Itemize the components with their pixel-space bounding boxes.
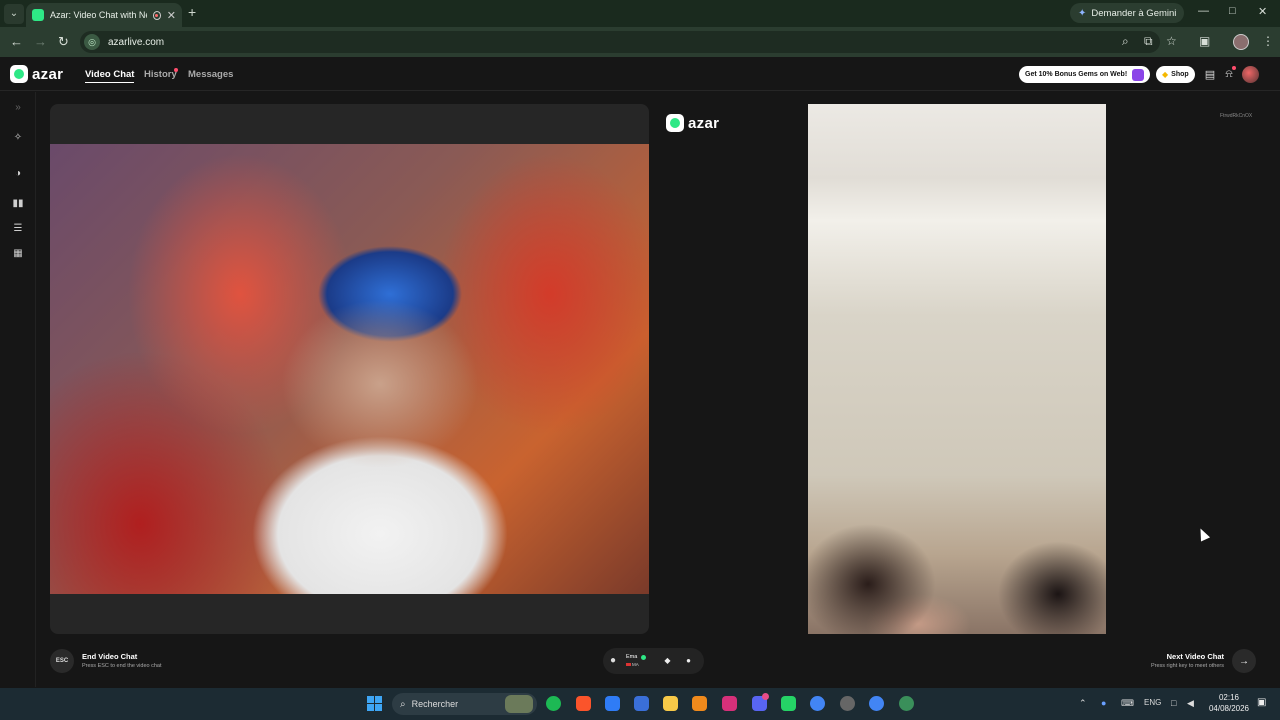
nav-video-chat[interactable]: Video Chat xyxy=(85,69,135,83)
volume-icon[interactable]: ◀ xyxy=(1187,698,1194,709)
filter-icon[interactable]: ◑ xyxy=(11,166,25,180)
gems-promo-button[interactable]: Get 10% Bonus Gems on Web! xyxy=(1019,66,1151,83)
partner-name[interactable]: Ema xyxy=(626,654,637,660)
next-chat-hint: Press right key to meet others xyxy=(1150,663,1224,669)
shop-button[interactable]: ◆ Shop xyxy=(1156,66,1195,83)
url-text: azarlive.com xyxy=(108,36,165,48)
search-placeholder: Rechercher xyxy=(411,699,459,709)
azar-logo-icon xyxy=(10,65,28,83)
azar-logo[interactable]: azar xyxy=(10,65,63,83)
shop-label: Shop xyxy=(1171,71,1189,78)
logo-text: azar xyxy=(32,65,64,83)
search-highlight-image xyxy=(505,695,533,713)
forward-icon[interactable]: → xyxy=(34,34,47,49)
gemini-icon: ✦ xyxy=(1078,7,1087,19)
notification-badge xyxy=(1232,66,1236,70)
history-badge xyxy=(174,68,178,72)
remote-brand-text: azar xyxy=(688,114,720,132)
browser-tab[interactable]: Azar: Video Chat with New ✕ xyxy=(26,3,182,27)
local-video-panel xyxy=(50,104,649,634)
browser-menu-icon[interactable]: ⋮ xyxy=(1262,34,1274,48)
inbox-icon[interactable]: ▤ xyxy=(1203,67,1217,81)
azar-favicon-icon xyxy=(32,9,44,21)
report-shield-icon[interactable]: ◆ xyxy=(662,655,673,666)
install-app-icon[interactable]: ⧉ xyxy=(1144,34,1153,49)
flag-icon xyxy=(626,663,631,666)
gem-icon: ◆ xyxy=(1162,70,1169,79)
effects-wand-icon[interactable]: ✧ xyxy=(11,130,25,144)
online-status-icon xyxy=(641,655,646,660)
browser-profile-avatar[interactable] xyxy=(1233,34,1249,50)
reload-icon[interactable]: ↻ xyxy=(58,34,69,50)
tab-title: Azar: Video Chat with New xyxy=(50,10,147,20)
file-explorer-icon[interactable] xyxy=(663,696,678,711)
discord-badge xyxy=(762,693,769,700)
site-info-icon[interactable]: ◎ xyxy=(84,34,100,50)
windows-start-icon[interactable] xyxy=(367,696,382,711)
clock-time: 02:16 xyxy=(1218,693,1240,702)
nav-messages[interactable]: Messages xyxy=(188,69,233,80)
recording-icon xyxy=(152,10,161,20)
left-rail: » ✧ ◑ ▮▮ ☰ ▦ xyxy=(0,92,36,687)
brave-icon[interactable] xyxy=(576,696,591,711)
back-icon[interactable]: ← xyxy=(10,34,23,49)
restore-icon[interactable]: □ xyxy=(1229,5,1236,17)
user-avatar[interactable] xyxy=(1242,66,1259,83)
expand-rail-icon[interactable]: » xyxy=(11,100,25,114)
vlc-icon[interactable] xyxy=(692,696,707,711)
bookmark-star-icon[interactable]: ☆ xyxy=(1166,34,1177,48)
microsoft-store-icon[interactable] xyxy=(634,696,649,711)
browser-tabstrip: ⌄ Azar: Video Chat with New ✕ + ✦ Demand… xyxy=(0,0,1280,27)
local-camera-feed xyxy=(50,144,649,594)
close-window-icon[interactable]: ✕ xyxy=(1258,5,1267,18)
language-indicator[interactable]: ENG xyxy=(1144,698,1161,707)
extensions-icon[interactable]: ▣ xyxy=(1199,34,1210,48)
remote-camera-feed xyxy=(808,104,1106,634)
instagram-icon[interactable] xyxy=(722,696,737,711)
end-video-chat-button[interactable]: ESC xyxy=(50,649,74,673)
taskbar-clock[interactable]: 02:16 04/08/2026 xyxy=(1206,692,1252,714)
minimize-icon[interactable]: — xyxy=(1198,5,1209,17)
end-chat-hint: Press ESC to end the video chat xyxy=(82,663,162,669)
gemini-button[interactable]: ✦ Demander à Gemini xyxy=(1070,3,1185,23)
partner-profile-icon[interactable]: ● xyxy=(610,655,616,666)
layout-stacked-icon[interactable]: ☰ xyxy=(11,221,25,235)
next-chat-title: Next Video Chat xyxy=(1166,652,1224,661)
clock-date: 04/08/2026 xyxy=(1208,704,1250,713)
defender-shield-icon[interactable] xyxy=(605,696,620,711)
close-tab-icon[interactable]: ✕ xyxy=(167,9,176,22)
nav-history[interactable]: History xyxy=(144,69,177,80)
mouse-cursor-icon xyxy=(1195,526,1211,542)
whatsapp-icon[interactable] xyxy=(781,696,796,711)
chrome-profile-3-icon[interactable] xyxy=(869,696,884,711)
chrome-icon[interactable] xyxy=(810,696,825,711)
tab-search-icon[interactable]: ⌄ xyxy=(4,3,24,24)
keyboard-icon[interactable]: ⌨ xyxy=(1121,698,1134,709)
end-chat-title: End Video Chat xyxy=(82,652,138,661)
layout-grid-icon[interactable]: ▦ xyxy=(11,246,25,260)
partner-country: MA xyxy=(626,662,639,667)
chrome-profile-2-icon[interactable] xyxy=(840,696,855,711)
windows-notification-icon[interactable]: ▣ xyxy=(1257,697,1266,708)
chat-bubble-icon[interactable]: ● xyxy=(683,655,694,666)
address-bar[interactable]: ◎ azarlive.com xyxy=(80,31,1160,53)
gift-icon xyxy=(1132,68,1145,81)
search-icon: ⌕ xyxy=(400,698,406,710)
remote-user-id: FtrwdRkCnOX xyxy=(1220,113,1253,119)
remote-brand-logo: azar xyxy=(666,114,719,132)
next-video-chat-button[interactable]: → xyxy=(1232,649,1256,673)
browser-toolbar: ← → ↻ ◎ azarlive.com ⌕ ⧉ ☆ ▣ ⋮ xyxy=(0,27,1280,57)
new-tab-icon[interactable]: + xyxy=(188,4,196,20)
spotify-icon[interactable] xyxy=(546,696,561,711)
layout-side-by-side-icon[interactable]: ▮▮ xyxy=(11,196,25,210)
zoom-icon[interactable]: ⌕ xyxy=(1122,34,1129,49)
azar-logo-icon xyxy=(666,114,684,132)
microphone-icon[interactable]: ● xyxy=(1101,698,1106,708)
tray-chevron-icon[interactable]: ⌃ xyxy=(1079,698,1087,709)
partner-country-code: MA xyxy=(632,662,639,667)
gems-promo-label: Get 10% Bonus Gems on Web! xyxy=(1025,71,1128,78)
network-icon[interactable]: □ xyxy=(1171,698,1176,708)
chrome-active-icon[interactable] xyxy=(899,696,914,711)
gemini-label: Demander à Gemini xyxy=(1091,7,1177,19)
